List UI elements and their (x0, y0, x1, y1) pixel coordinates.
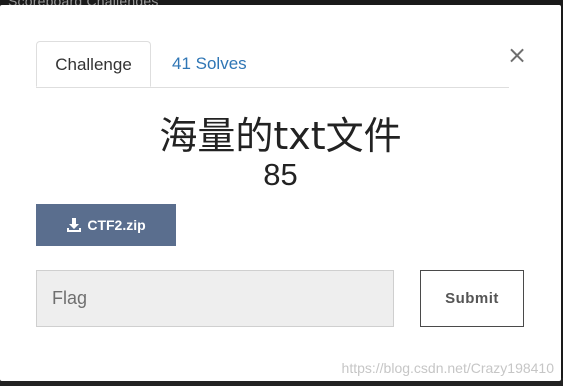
tab-solves[interactable]: 41 Solves (172, 41, 247, 87)
challenge-points: 85 (263, 157, 298, 192)
close-button[interactable]: × (507, 43, 527, 67)
download-file-button[interactable]: CTF2.zip (36, 204, 176, 246)
challenge-modal: × Challenge 41 Solves 海量的txt文件 85 CTF2.z… (0, 5, 561, 381)
watermark-url: https://blog.csdn.net/Crazy198410 (341, 360, 554, 376)
tab-challenge[interactable]: Challenge (36, 41, 151, 87)
modal-tabs: Challenge 41 Solves (36, 41, 509, 88)
submit-button[interactable]: Submit (420, 270, 524, 327)
challenge-title: 海量的txt文件 (159, 114, 402, 158)
download-file-label: CTF2.zip (87, 217, 146, 233)
flag-input[interactable] (36, 270, 394, 327)
download-icon (66, 217, 82, 233)
